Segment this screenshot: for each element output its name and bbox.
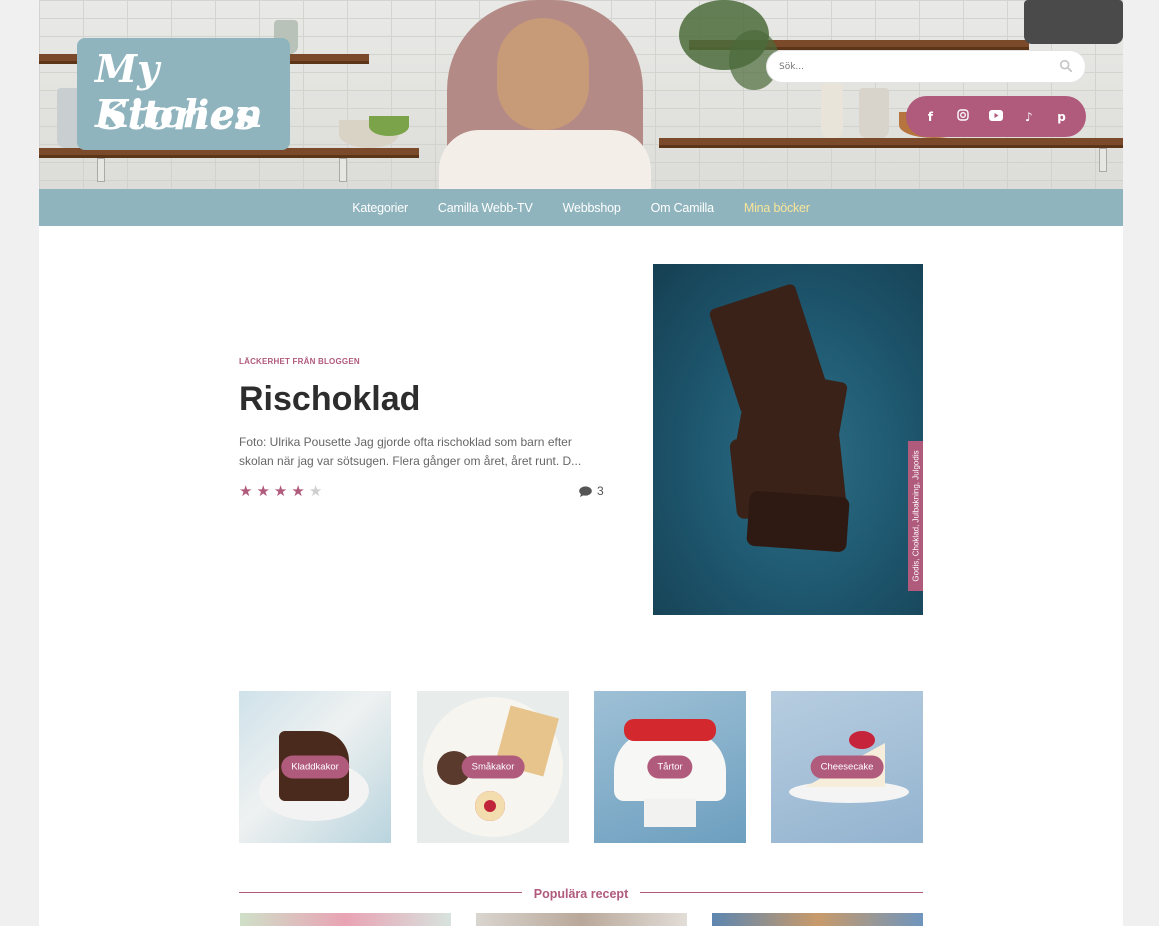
youtube-icon[interactable] — [985, 109, 1007, 124]
facebook-icon[interactable]: f — [919, 110, 941, 124]
search-box — [766, 50, 1086, 83]
main-nav: Kategorier Camilla Webb-TV Webbshop Om C… — [39, 189, 1123, 226]
star-empty-icon[interactable]: ★ — [309, 483, 322, 499]
shelf — [659, 138, 1123, 148]
shelf-bracket — [97, 158, 105, 182]
category-image — [624, 719, 716, 741]
hero-title[interactable]: Rischoklad — [239, 380, 420, 419]
recipe-tags[interactable]: Godis, Choklad, Julbakning, Julgodis — [908, 441, 923, 591]
category-label: Cheesecake — [810, 755, 884, 779]
nav-item-webb-tv[interactable]: Camilla Webb-TV — [438, 201, 533, 215]
star-filled-icon[interactable]: ★ — [256, 483, 269, 499]
popular-recipe-card[interactable] — [240, 913, 451, 926]
instagram-icon[interactable] — [952, 109, 974, 124]
nav-item-webbshop[interactable]: Webbshop — [563, 201, 621, 215]
tiktok-icon[interactable]: ♪ — [1018, 110, 1040, 124]
person-face — [497, 18, 589, 130]
category-tile-tartor[interactable]: Tårtor — [594, 691, 746, 843]
page: My Kitchen Stories f ♪ p Kategorier — [39, 0, 1123, 926]
social-links: f ♪ p — [906, 96, 1086, 137]
hero-image[interactable]: Godis, Choklad, Julbakning, Julgodis — [653, 264, 923, 615]
nav-item-mina-bocker[interactable]: Mina böcker — [744, 201, 810, 215]
search-input[interactable] — [779, 62, 1049, 72]
person-body — [439, 130, 651, 189]
comment-count[interactable]: 3 — [579, 484, 604, 498]
jar — [1024, 0, 1123, 44]
category-tile-smakakor[interactable]: Småkakor — [417, 691, 569, 843]
jar — [821, 82, 843, 138]
comment-count-value: 3 — [597, 484, 604, 498]
chocolate-piece — [746, 490, 850, 553]
nav-item-om-camilla[interactable]: Om Camilla — [651, 201, 714, 215]
shelf-bracket — [1099, 148, 1107, 172]
hero-eyebrow: LÄCKERHET FRÅN BLOGGEN — [239, 357, 360, 366]
star-filled-icon[interactable]: ★ — [291, 483, 304, 499]
category-image — [849, 731, 875, 749]
category-label: Småkakor — [461, 755, 525, 779]
section-divider — [239, 892, 522, 893]
category-label: Kladdkakor — [281, 755, 349, 779]
popular-recipe-card[interactable] — [476, 913, 687, 926]
category-image — [475, 791, 505, 821]
search-icon[interactable] — [1059, 59, 1073, 73]
header-banner: My Kitchen Stories f ♪ p — [39, 0, 1123, 189]
nav-item-kategorier[interactable]: Kategorier — [352, 201, 408, 215]
popular-recipes-title: Populära recept — [533, 887, 629, 901]
popular-recipe-card[interactable] — [712, 913, 923, 926]
hero-excerpt: Foto: Ulrika Pousette Jag gjorde ofta ri… — [239, 435, 582, 468]
star-filled-icon[interactable]: ★ — [274, 483, 287, 499]
category-tile-cheesecake[interactable]: Cheesecake — [771, 691, 923, 843]
rating-stars[interactable]: ★ ★ ★ ★ ★ — [239, 483, 322, 499]
section-divider — [640, 892, 923, 893]
jar — [859, 88, 889, 138]
comment-icon — [579, 485, 592, 497]
category-label: Tårtor — [647, 755, 693, 779]
category-tile-kladdkakor[interactable]: Kladdkakor — [239, 691, 391, 843]
star-filled-icon[interactable]: ★ — [239, 483, 252, 499]
bowl — [369, 116, 409, 136]
logo-line-2: Stories — [99, 92, 258, 139]
recipe-tags-text: Godis, Choklad, Julbakning, Julgodis — [911, 450, 920, 582]
site-logo[interactable]: My Kitchen Stories — [77, 38, 290, 150]
pinterest-icon[interactable]: p — [1051, 110, 1073, 124]
shelf-bracket — [339, 158, 347, 182]
category-image — [644, 799, 696, 827]
